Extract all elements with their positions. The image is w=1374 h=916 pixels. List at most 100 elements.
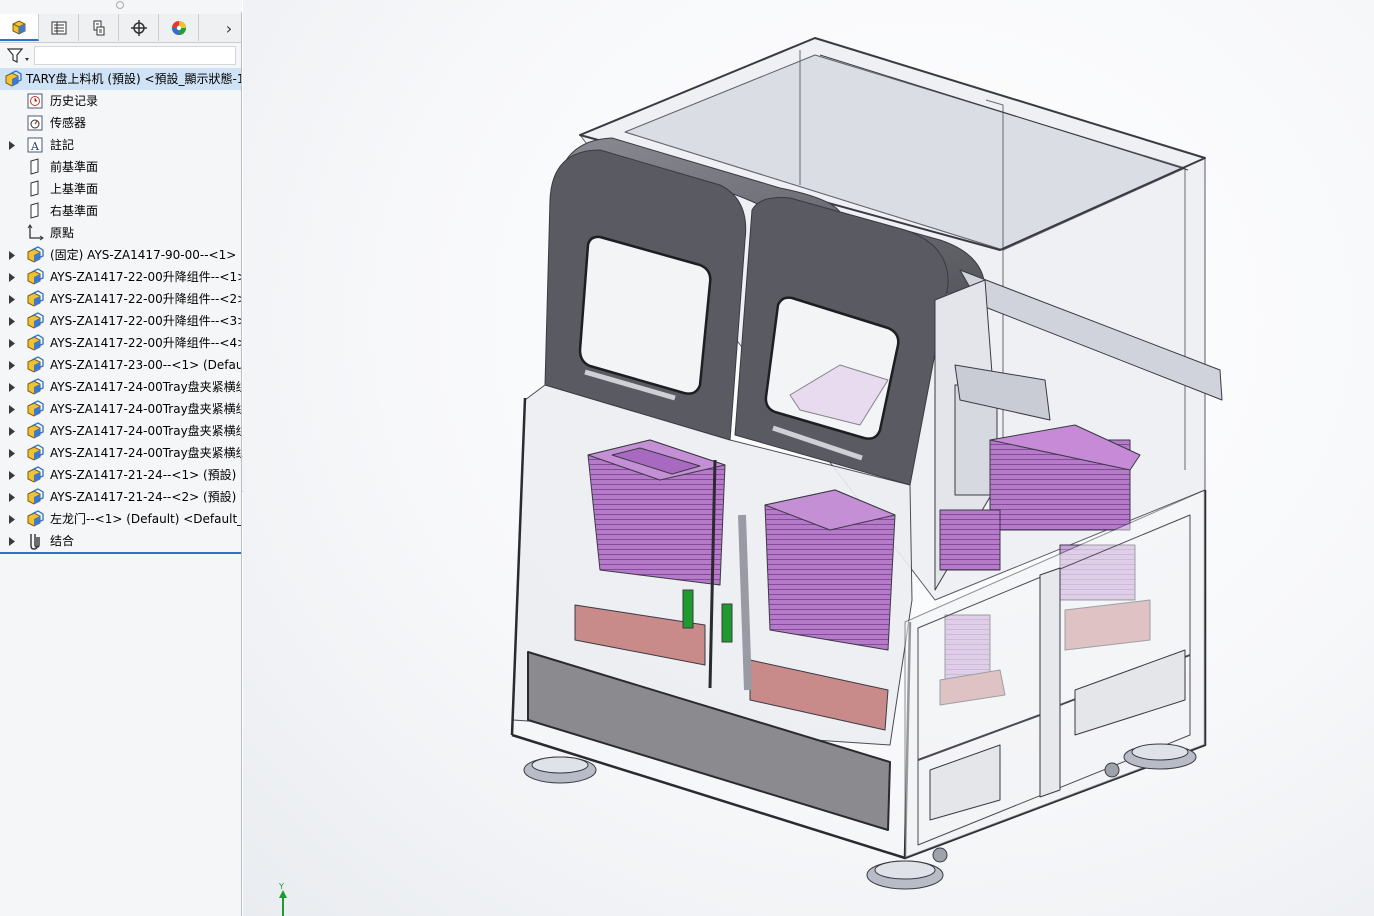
tree-root-assembly[interactable]: TARY盘上料机 (預設) <預設_顯示狀態-1> [0, 68, 241, 90]
triad-y-label: Y [278, 882, 284, 891]
feature-manager-tabs [0, 14, 241, 43]
tree-item[interactable]: AYS-ZA1417-24-00Tray盘夹紧横组件 [0, 420, 241, 442]
tree-item[interactable]: 右基準面 [0, 200, 241, 222]
tree-item[interactable]: AYS-ZA1417-24-00Tray盘夹紧横组件 [0, 376, 241, 398]
tree-item[interactable]: 上基準面 [0, 178, 241, 200]
svg-text:A: A [30, 140, 40, 153]
mates-icon [30, 534, 40, 550]
tree-bottom-rule [0, 552, 241, 554]
subassembly-icon [27, 422, 44, 439]
tree-item[interactable]: AYS-ZA1417-22-00升降组件--<4> (Default) [0, 332, 241, 354]
feature-tree: TARY盘上料机 (預設) <預設_顯示狀態-1> 历史记录传感器 A 註記前基準面… [0, 68, 241, 554]
tree-item-label: AYS-ZA1417-22-00升降组件--<2> (Default) [50, 292, 241, 306]
tree-item[interactable]: AYS-ZA1417-24-00Tray盘夹紧横组件 [0, 398, 241, 420]
expand-arrow-icon[interactable] [8, 404, 16, 414]
subassembly-icon [27, 356, 44, 373]
tree-item[interactable]: AYS-ZA1417-24-00Tray盘夹紧横组件 [0, 442, 241, 464]
subassembly-icon [27, 400, 44, 417]
view-orientation-triad: Y [278, 882, 287, 916]
tab-featuremanager-tree[interactable] [0, 14, 39, 41]
expand-arrow-icon[interactable] [8, 426, 16, 436]
tree-item-label: AYS-ZA1417-24-00Tray盘夹紧横组件 [50, 424, 241, 438]
subassembly-icon [27, 378, 44, 395]
expand-arrow-icon[interactable] [8, 316, 16, 326]
tree-item-label: AYS-ZA1417-22-00升降组件--<4> (Default) [50, 336, 241, 350]
tree-item[interactable]: (固定) AYS-ZA1417-90-00--<1> (Default) [0, 244, 241, 266]
expand-arrow-icon[interactable] [8, 382, 16, 392]
annotation-icon: A [27, 137, 43, 153]
subassembly-icon [27, 334, 44, 351]
tree-item-label: AYS-ZA1417-24-00Tray盘夹紧横组件 [50, 446, 241, 460]
tree-item-label: AYS-ZA1417-21-24--<2> (預設) <預設> [50, 490, 241, 504]
tree-item-label: AYS-ZA1417-24-00Tray盘夹紧横组件 [50, 402, 241, 416]
tree-item-label: 传感器 [50, 116, 87, 130]
tree-item[interactable]: AYS-ZA1417-21-24--<2> (預設) <預設> [0, 486, 241, 508]
tree-item-label: 註記 [50, 138, 75, 152]
tree-item-label: AYS-ZA1417-22-00升降组件--<3> (Default) [50, 314, 241, 328]
tree-item[interactable]: AYS-ZA1417-23-00--<1> (Default) [0, 354, 241, 376]
tab-display-manager[interactable] [160, 14, 199, 41]
tree-item[interactable]: AYS-ZA1417-21-24--<1> (預設) <預設> [0, 464, 241, 486]
subassembly-icon [27, 510, 44, 527]
tree-item-label: AYS-ZA1417-23-00--<1> (Default) [50, 358, 241, 372]
expand-arrow-icon[interactable] [8, 536, 16, 546]
tree-item[interactable]: 左龙门--<1> (Default) <Default_Display> [0, 508, 241, 530]
tree-filter-input[interactable] [34, 46, 236, 65]
subassembly-icon [27, 246, 44, 263]
tree-item[interactable]: 传感器 [0, 112, 241, 134]
panel-resize-grip[interactable] [0, 0, 242, 12]
subassembly-icon [27, 312, 44, 329]
subassembly-icon [27, 444, 44, 461]
expand-arrow-icon[interactable] [8, 338, 16, 348]
tab-dimxpert-manager[interactable] [120, 14, 159, 41]
tree-item[interactable]: 结合 [0, 530, 241, 552]
subassembly-icon [27, 466, 44, 483]
plane-icon [30, 180, 39, 197]
history-icon [27, 93, 43, 109]
feature-manager-panel: › TARY盘上料机 (預設) <預設_顯示狀態-1> 历史记录传感器 A 註記前基… [0, 0, 242, 916]
tab-property-manager[interactable] [40, 14, 79, 41]
tree-item-label: 左龙门--<1> (Default) <Default_Display> [50, 512, 241, 526]
plane-icon [30, 202, 39, 219]
expand-arrow-icon[interactable] [8, 448, 16, 458]
tree-item-label: 上基準面 [50, 182, 99, 196]
filter-icon[interactable] [7, 47, 31, 65]
tree-item[interactable]: AYS-ZA1417-22-00升降组件--<2> (Default) [0, 288, 241, 310]
expand-arrow-icon[interactable] [8, 492, 16, 502]
tree-item-label: AYS-ZA1417-21-24--<1> (預設) <預設> [50, 468, 241, 482]
tree-item[interactable]: 历史记录 [0, 90, 241, 112]
configuration-manager-icon [93, 20, 105, 35]
sensor-icon [27, 115, 43, 131]
expand-arrow-icon[interactable] [8, 514, 16, 524]
expand-arrow-icon[interactable] [8, 140, 16, 150]
plane-icon [30, 158, 39, 175]
tree-root-label: TARY盘上料机 (預設) <預設_顯示狀態-1> [26, 72, 241, 86]
expand-arrow-icon[interactable] [8, 294, 16, 304]
tree-item-label: 前基準面 [50, 160, 99, 174]
tree-item[interactable]: A 註記 [0, 134, 241, 156]
tree-item[interactable]: AYS-ZA1417-22-00升降组件--<3> (Default) [0, 310, 241, 332]
tree-item[interactable]: 原點 [0, 222, 241, 244]
subassembly-icon [27, 488, 44, 505]
chevron-right-icon[interactable]: › [218, 14, 240, 42]
expand-arrow-icon[interactable] [8, 250, 16, 260]
featuremanager-tree-icon [12, 19, 26, 35]
tree-item-label: 右基準面 [50, 204, 99, 218]
tree-item-label: 原點 [50, 226, 75, 240]
tray-loader-machine-3d-model[interactable] [243, 0, 1374, 916]
tree-item[interactable]: AYS-ZA1417-22-00升降组件--<1> (Default) [0, 266, 241, 288]
subassembly-icon [27, 290, 44, 307]
property-manager-icon [51, 21, 67, 34]
expand-arrow-icon[interactable] [8, 272, 16, 282]
tree-item-label: AYS-ZA1417-22-00升降组件--<1> (Default) [50, 270, 241, 284]
tab-configuration-manager[interactable] [80, 14, 119, 41]
origin-icon [27, 224, 44, 241]
tree-item[interactable]: 前基準面 [0, 156, 241, 178]
expand-arrow-icon[interactable] [8, 360, 16, 370]
expand-arrow-icon[interactable] [8, 470, 16, 480]
tree-item-label: 历史记录 [50, 94, 99, 108]
tree-filter-bar [0, 43, 241, 69]
tree-item-label: 结合 [50, 534, 75, 548]
tree-item-label: AYS-ZA1417-24-00Tray盘夹紧横组件 [50, 380, 241, 394]
graphics-area[interactable]: Y [243, 0, 1374, 916]
